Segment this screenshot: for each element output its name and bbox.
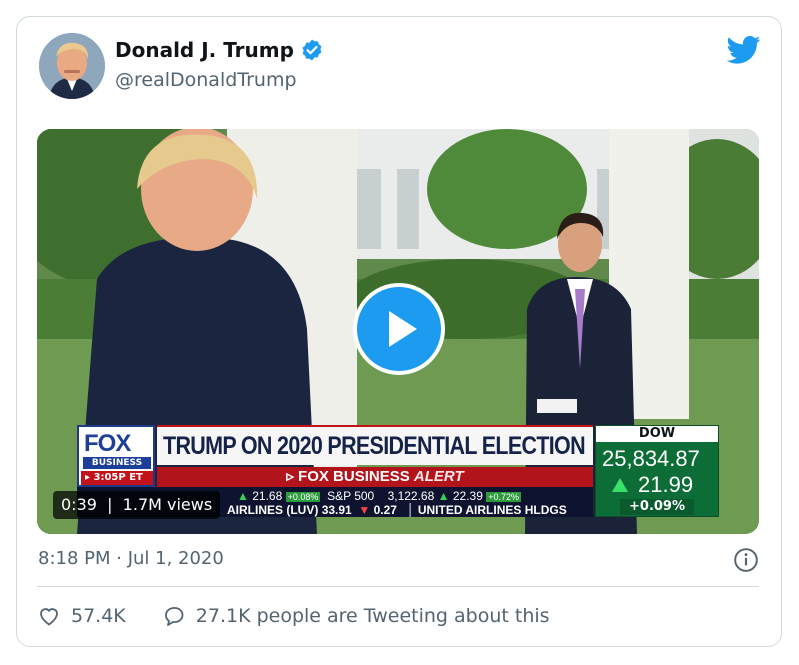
broadcast-time: ▸ 3:05P ET [81,471,153,485]
fox-logo-subtext: BUSINESS [83,457,151,469]
ticker-airline: AIRLINES (LUV) [227,503,319,517]
fox-logo-text: FOX [84,430,131,457]
author-name-text: Donald J. Trump [115,38,294,62]
ticker-airline-change: 0.27 [373,503,397,517]
like-count: 57.4K [71,605,126,627]
dow-value: 25,834.87 [602,446,700,471]
twitter-bird-icon[interactable] [727,35,761,65]
ticker-row-2: AIRLINES (LUV) 33.91 ▼ 0.27 │ UNITED AIR… [227,503,567,517]
author-name[interactable]: Donald J. Trump [115,38,324,62]
headline-box: TRUMP ON 2020 PRESIDENTIAL ELECTION [157,425,593,465]
ticker-change-2: 22.39 [452,489,483,503]
video-duration: 0:39 [61,495,97,514]
info-icon[interactable] [733,547,759,573]
dow-percent: +0.09% [620,499,694,515]
avatar[interactable] [39,33,105,99]
ticker-company: UNITED AIRLINES HLDGS [417,503,567,517]
fox-business-logo: FOX BUSINESS ▸ 3:05P ET [77,425,155,487]
tweet-actions: 57.4K 27.1K people are Tweeting about th… [37,600,586,632]
reply-bubble-icon [164,607,184,626]
like-button[interactable]: 57.4K [37,604,126,628]
video-stats-badge: 0:39 | 1.7M views [53,491,221,519]
divider [37,586,759,587]
alert-word: ALERT [413,468,464,485]
broadcast-headline: TRUMP ON 2020 PRESIDENTIAL ELECTION [163,432,586,460]
ticker-pct-1: +0.08% [285,492,321,502]
tweeting-count: 27.1K people are Tweeting about this [195,605,550,627]
ticker-airline-value: 33.91 [321,503,352,517]
business-alert-bar: ▹ FOX BUSINESS ALERT [157,467,593,487]
ticker-index-value: 3,122.68 [387,489,435,503]
alert-prefix: FOX BUSINESS [298,468,410,485]
avatar-image [39,33,105,99]
ticker-change-1: 21.68 [252,489,283,503]
play-icon [389,311,417,347]
video-views: 1.7M views [122,495,213,514]
tweet-card: Donald J. Trump @realDonaldTrump FOX BUS… [16,16,782,647]
dow-change: 21.99 [638,472,694,497]
heart-icon [40,608,58,626]
broadcast-time-text: 3:05P ET [93,472,143,483]
dow-index-box: DOW 25,834.87 21.99 +0.09% [595,425,719,517]
video-player[interactable]: FOX BUSINESS ▸ 3:05P ET TRUMP ON 2020 PR… [37,129,759,534]
ticker-index: S&P 500 [327,489,375,503]
author-handle[interactable]: @realDonaldTrump [115,69,297,91]
verified-badge-icon [302,39,322,61]
tweet-timestamp[interactable]: 8:18 PM · Jul 1, 2020 [38,548,224,569]
dow-label: DOW [596,426,718,442]
dow-up-arrow-icon [612,478,628,492]
ticker-pct-2: +0.72% [486,492,522,502]
conversation-link[interactable]: 27.1K people are Tweeting about this [162,604,550,628]
play-button[interactable] [353,283,445,375]
ticker-row-1: ▲ 21.68 +0.08% S&P 500 3,122.68 ▲ 22.39 … [237,489,522,503]
